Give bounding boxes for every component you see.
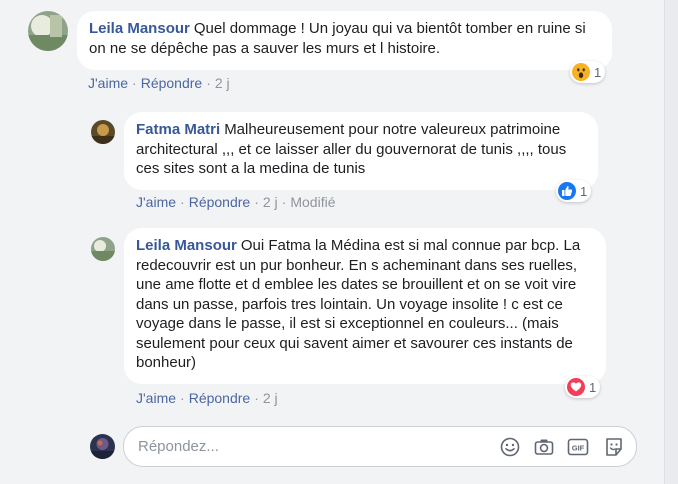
timestamp[interactable]: 2 j bbox=[263, 390, 278, 406]
comment-bubble: Leila Mansour Quel dommage ! Un joyau qui… bbox=[77, 11, 612, 70]
page-scroll-edge bbox=[664, 0, 678, 484]
emoji-icon[interactable] bbox=[498, 435, 522, 459]
comment-actions: J'aime · Répondre · 2 j bbox=[88, 75, 230, 91]
reply-link[interactable]: Répondre bbox=[189, 390, 251, 406]
comment-actions: J'aime · Répondre · 2 j · Modifié bbox=[136, 194, 335, 210]
timestamp[interactable]: 2 j bbox=[263, 194, 278, 210]
avatar[interactable] bbox=[28, 11, 68, 51]
love-reaction-icon bbox=[567, 378, 585, 396]
edited-label[interactable]: Modifié bbox=[290, 194, 335, 210]
separator-dot: · bbox=[254, 194, 259, 210]
comment-text: Oui Fatma la Médina est si mal connue pa… bbox=[136, 237, 581, 371]
sticker-icon[interactable] bbox=[602, 435, 626, 459]
comment-author[interactable]: Leila Mansour bbox=[89, 20, 190, 37]
current-user-avatar bbox=[90, 434, 115, 459]
separator-dot: · bbox=[180, 390, 185, 406]
comment-actions: J'aime · Répondre · 2 j bbox=[136, 390, 278, 406]
svg-text:GIF: GIF bbox=[572, 444, 585, 453]
like-link[interactable]: J'aime bbox=[136, 194, 176, 210]
separator-dot: · bbox=[132, 75, 137, 91]
avatar[interactable] bbox=[91, 237, 115, 261]
reply-link[interactable]: Répondre bbox=[189, 194, 251, 210]
separator-dot: · bbox=[206, 75, 211, 91]
reaction-count: 1 bbox=[589, 379, 597, 395]
comment-bubble: Leila Mansour Oui Fatma la Médina est si … bbox=[124, 228, 606, 384]
separator-dot: · bbox=[180, 194, 185, 210]
avatar[interactable] bbox=[91, 120, 115, 144]
comment-author[interactable]: Leila Mansour bbox=[136, 237, 237, 254]
reply-box: GIF bbox=[123, 426, 637, 467]
gif-icon[interactable]: GIF bbox=[566, 435, 590, 459]
reaction-count: 1 bbox=[594, 64, 602, 80]
reaction-summary[interactable]: 1 bbox=[556, 180, 592, 202]
like-link[interactable]: J'aime bbox=[88, 75, 128, 91]
like-reaction-icon bbox=[558, 182, 576, 200]
wow-reaction-icon bbox=[572, 63, 590, 81]
separator-dot: · bbox=[281, 194, 287, 210]
reaction-summary[interactable]: 1 bbox=[570, 61, 606, 83]
reaction-summary[interactable]: 1 bbox=[565, 376, 601, 398]
comment-bubble: Fatma Matri Malheureusement pour notre va… bbox=[124, 112, 598, 190]
like-link[interactable]: J'aime bbox=[136, 390, 176, 406]
separator-dot: · bbox=[254, 390, 259, 406]
camera-icon[interactable] bbox=[532, 435, 556, 459]
timestamp[interactable]: 2 j bbox=[215, 75, 230, 91]
reply-link[interactable]: Répondre bbox=[141, 75, 203, 91]
reaction-count: 1 bbox=[580, 183, 588, 199]
comment-author[interactable]: Fatma Matri bbox=[136, 121, 220, 138]
reply-input[interactable] bbox=[138, 427, 478, 466]
